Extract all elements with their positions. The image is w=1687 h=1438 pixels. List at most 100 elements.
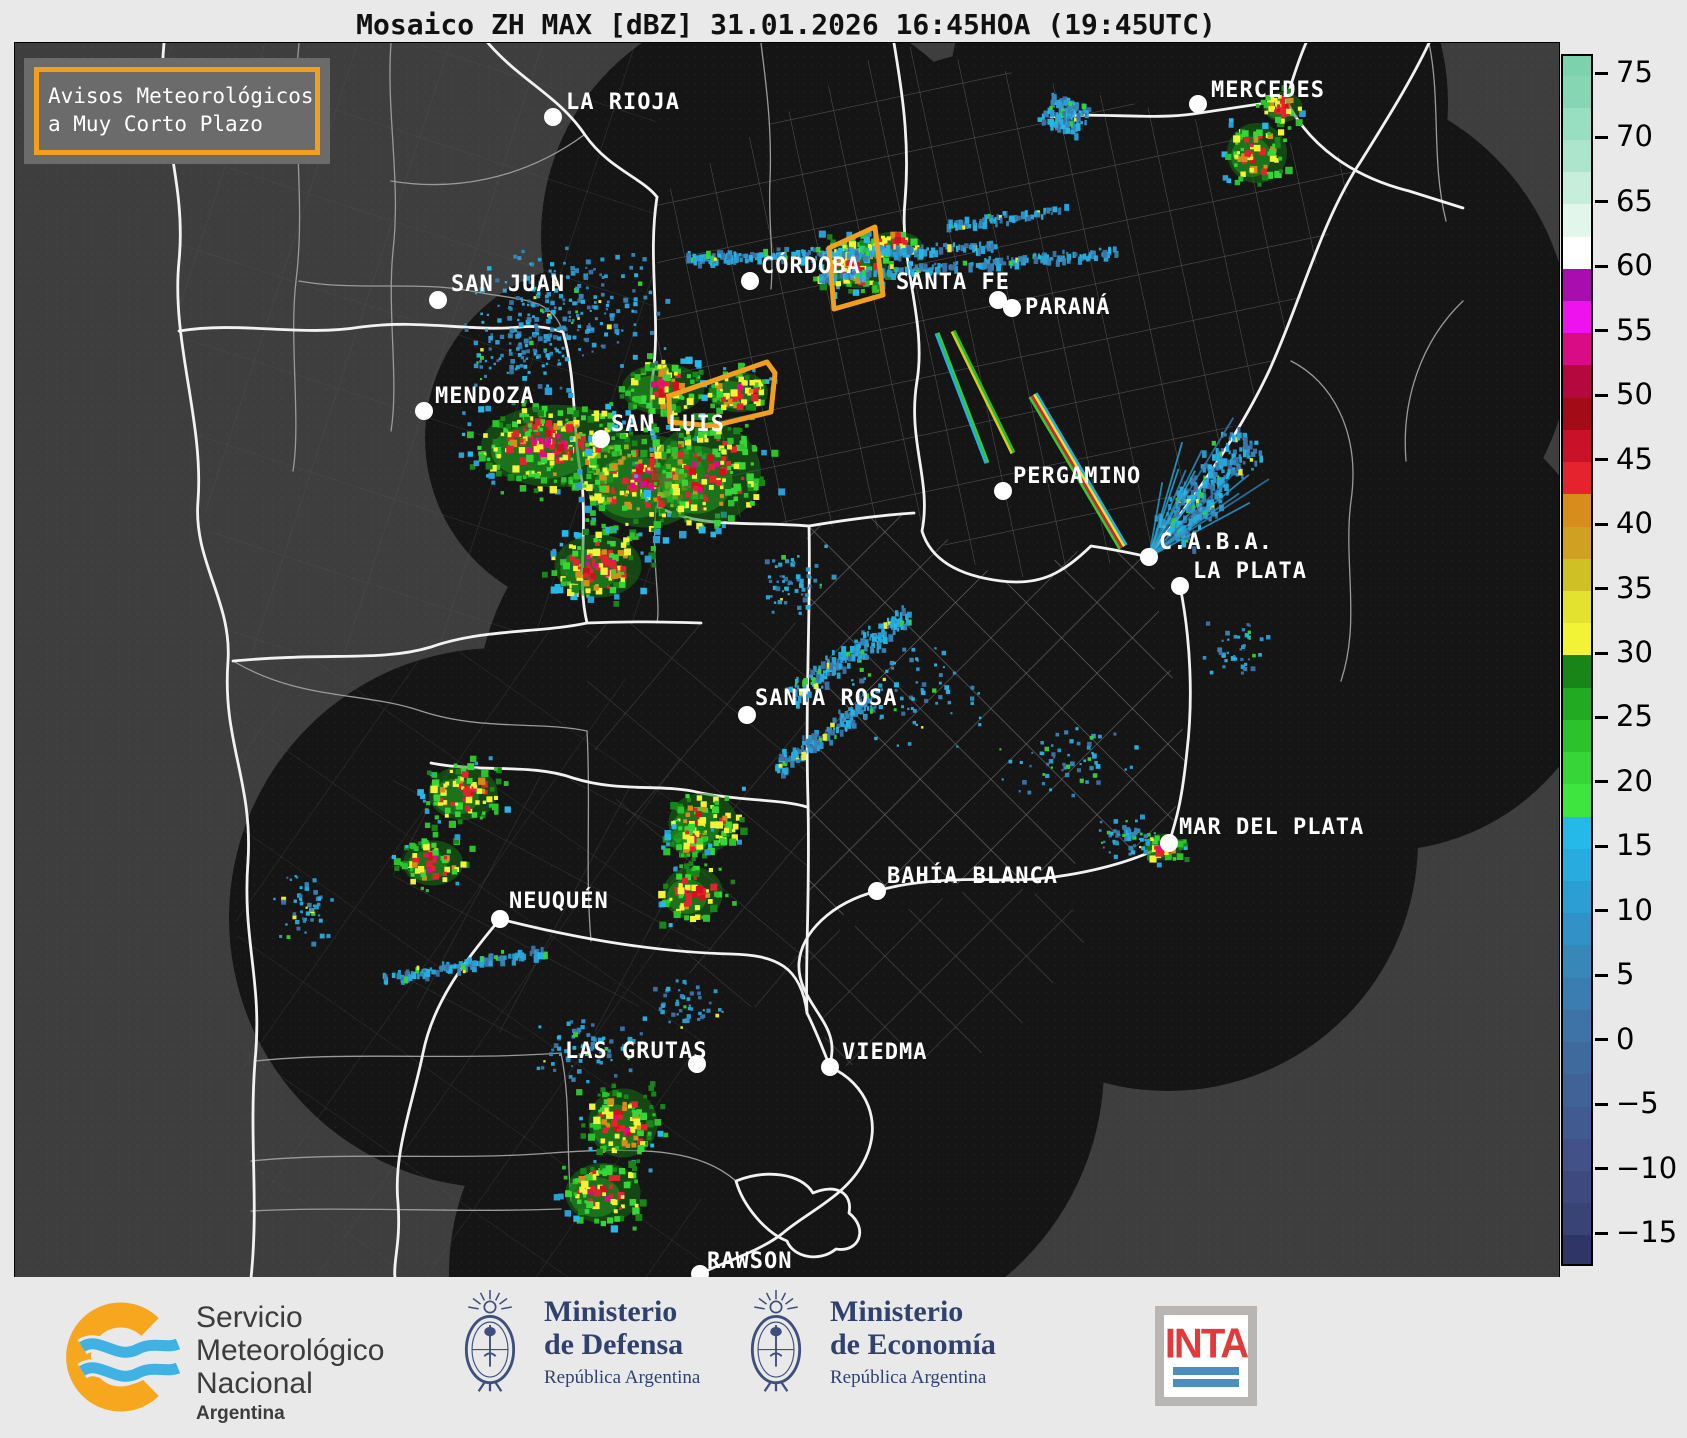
colorbar-tick-label: 45 (1616, 441, 1653, 476)
defensa-text: Ministerio de Defensa República Argentin… (544, 1295, 700, 1390)
city-label-mendoza: MENDOZA (435, 384, 535, 409)
smn-line3: Nacional (196, 1367, 313, 1400)
colorbar-tick-label: 20 (1616, 763, 1653, 798)
colorbar-segment (1563, 655, 1591, 688)
colorbar-segment (1563, 590, 1591, 624)
economia-title: Ministerio (830, 1294, 964, 1328)
economia-text: Ministerio de Economía República Argenti… (830, 1295, 996, 1390)
smn-logo: Servicio Meteorológico Nacional Argentin… (58, 1295, 384, 1425)
colorbar-tick-label: 10 (1616, 892, 1653, 927)
colorbar-segment (1563, 1138, 1591, 1172)
colorbar-tick-label: 25 (1616, 699, 1653, 734)
economia-caption: República Argentina (830, 1366, 987, 1388)
smn-line1: Servicio (196, 1301, 303, 1334)
colorbar-segment (1563, 687, 1591, 720)
colorbar-segment (1563, 622, 1591, 656)
colorbar-segment (1563, 751, 1591, 785)
colorbar-tick-mark (1595, 393, 1608, 397)
smn-country: Argentina (196, 1403, 285, 1424)
city-dot-c-rdoba (741, 272, 759, 290)
economia-subtitle: de Economía (830, 1328, 996, 1362)
smn-text: Servicio Meteorológico Nacional Argentin… (196, 1301, 384, 1425)
defensa-caption: República Argentina (544, 1366, 701, 1388)
inta-bar-1 (1173, 1367, 1239, 1375)
city-label-rawson: RAWSON (707, 1249, 792, 1274)
colorbar-tick-label: 5 (1616, 957, 1635, 992)
defensa-title: Ministerio (544, 1294, 678, 1328)
city-label-pergamino: PERGAMINO (1013, 464, 1141, 489)
colorbar-tick-label: 40 (1616, 506, 1653, 541)
colorbar-segment (1563, 332, 1591, 366)
colorbar-tick-mark (1595, 1167, 1608, 1171)
city-label-las-grutas: LAS GRUTAS (565, 1039, 707, 1064)
colorbar-segment (1563, 268, 1591, 302)
colorbar-segment (1563, 75, 1591, 108)
colorbar-segment (1563, 1041, 1591, 1075)
colorbar-segment (1563, 236, 1591, 269)
colorbar-segment (1563, 139, 1591, 173)
colorbar-segment (1563, 719, 1591, 753)
city-dot-paran- (1003, 299, 1021, 317)
coat-of-arms-icon (738, 1289, 814, 1395)
footer: Servicio Meteorológico Nacional Argentin… (0, 1277, 1687, 1438)
city-dot-san-luis (592, 430, 610, 448)
colorbar-tick-mark (1595, 973, 1608, 977)
colorbar-segment (1563, 365, 1591, 398)
colorbar-tick-mark (1595, 135, 1608, 139)
colorbar-segment (1563, 56, 1591, 76)
city-dot-la-plata (1171, 577, 1189, 595)
city-label-c-a-b-a-: C.A.B.A. (1159, 530, 1273, 555)
colorbar-segment (1563, 461, 1591, 495)
colorbar-segment (1563, 880, 1591, 914)
colorbar-tick-mark (1595, 1231, 1608, 1235)
city-label-neuqu-n: NEUQUÉN (509, 888, 609, 914)
city-label-la-rioja: LA RIOJA (566, 90, 680, 115)
colorbar-tick-mark (1595, 844, 1608, 848)
radar-product-page: { "title": "Mosaico ZH MAX [dBZ] 31.01.2… (0, 0, 1687, 1438)
coat-of-arms-icon (452, 1289, 528, 1395)
city-dot-san-juan (429, 291, 447, 309)
inta-bar-2 (1173, 1379, 1239, 1387)
colorbar-tick-mark (1595, 458, 1608, 462)
colorbar-tick-label: 60 (1616, 248, 1653, 283)
colorbar-segment (1563, 1235, 1591, 1264)
city-label-c-rdoba: CÓRDOBA (761, 253, 861, 279)
colorbar-segment (1563, 558, 1591, 592)
warning-legend-border: Avisos Meteorológicos a Muy Corto Plazo (34, 67, 320, 155)
colorbar-tick-mark (1595, 264, 1608, 268)
colorbar-tick-mark (1595, 200, 1608, 204)
colorbar-tick-label: 65 (1616, 183, 1653, 218)
colorbar-tick-mark (1595, 651, 1608, 655)
economia-logo: Ministerio de Economía República Argenti… (738, 1289, 996, 1395)
colorbar-segment (1563, 203, 1591, 237)
city-dot-c-a-b-a- (1140, 548, 1158, 566)
colorbar-tick-label: 55 (1616, 312, 1653, 347)
colorbar-tick-mark (1595, 329, 1608, 333)
colorbar-segment (1563, 493, 1591, 527)
city-label-san-luis: SAN LUIS (611, 412, 725, 437)
city-dot-mendoza (415, 402, 433, 420)
colorbar-tick-label: −15 (1616, 1215, 1678, 1249)
colorbar-tick-label: 30 (1616, 635, 1653, 669)
colorbar-segment (1563, 300, 1591, 334)
defensa-logo: Ministerio de Defensa República Argentin… (452, 1289, 700, 1395)
city-label-bah-a-blanca: BAHÍA BLANCA (887, 863, 1058, 889)
city-label-mercedes: MERCEDES (1211, 78, 1325, 103)
colorbar-segment (1563, 783, 1591, 817)
colorbar-tick-label: 0 (1616, 1021, 1635, 1056)
page-title: Mosaico ZH MAX [dBZ] 31.01.2026 16:45HOA… (356, 8, 1216, 41)
radar-map: LA RIOJA MERCEDES SAN JUAN CÓRDOBA SANTA FE P… (14, 42, 1560, 1279)
colorbar-tick-label: 50 (1616, 377, 1653, 412)
colorbar-segment (1563, 977, 1591, 1010)
colorbar-tick-mark (1595, 1038, 1608, 1042)
colorbar-segment (1563, 945, 1591, 978)
colorbar-segment (1563, 1202, 1591, 1236)
colorbar-tick-label: −5 (1616, 1086, 1659, 1121)
city-label-viedma: VIEDMA (842, 1040, 927, 1065)
colorbar-tick-mark (1595, 587, 1608, 591)
colorbar-segment (1563, 397, 1591, 430)
colorbar-segment (1563, 526, 1591, 559)
colorbar-segment (1563, 429, 1591, 463)
colorbar-tick-label: −10 (1616, 1150, 1678, 1185)
colorbar-segment (1563, 1106, 1591, 1139)
